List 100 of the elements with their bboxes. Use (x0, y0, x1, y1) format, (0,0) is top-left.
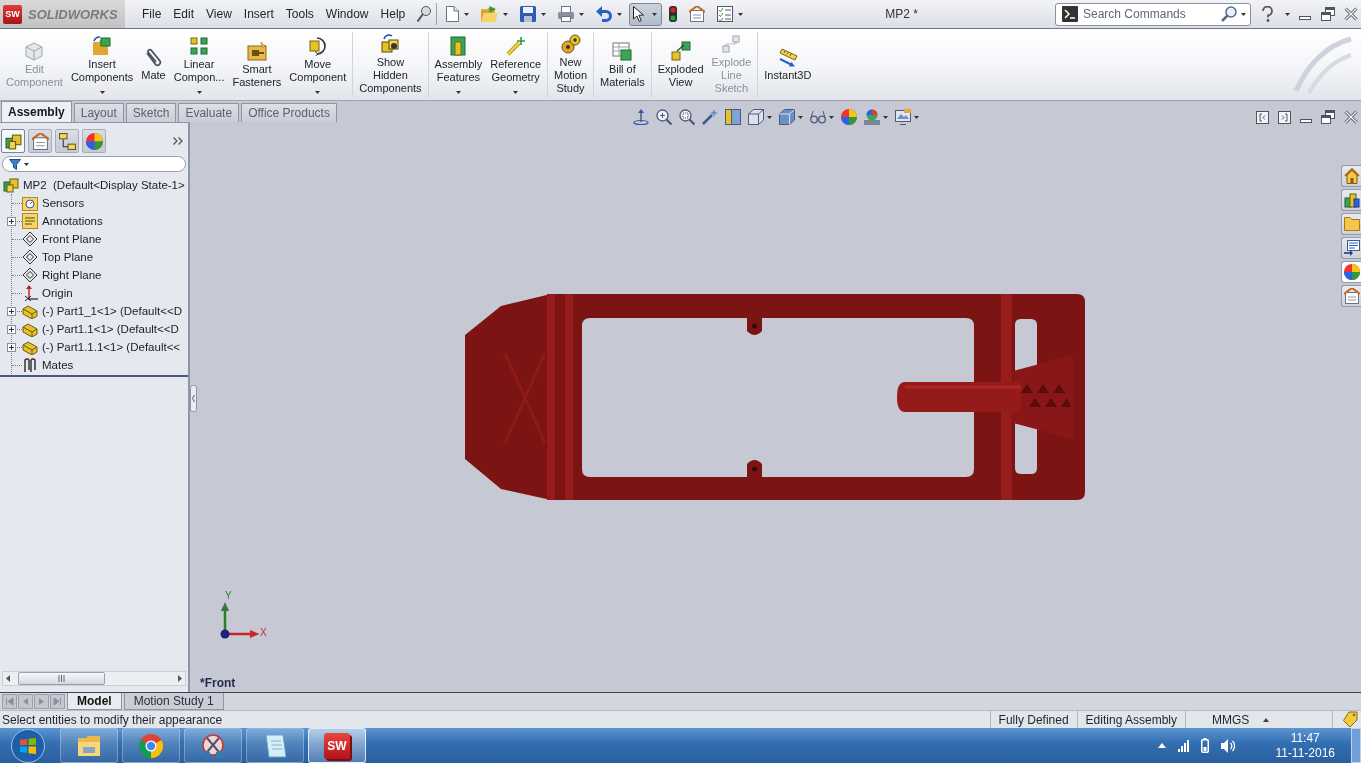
double-chevron-icon[interactable] (173, 137, 183, 145)
tree-item[interactable]: Top Plane (42, 251, 94, 263)
collapse-handle-icon[interactable] (190, 385, 197, 412)
tree-item[interactable]: (-) Part1_1<1> (Default<<D (42, 305, 182, 317)
cube-icon[interactable] (747, 109, 764, 125)
speaker-icon[interactable] (1221, 737, 1236, 754)
task-pane-tab[interactable] (1341, 285, 1361, 307)
caret-icon[interactable] (766, 115, 772, 119)
menu-item[interactable]: Insert (237, 3, 280, 25)
up-arrow-icon[interactable] (1158, 743, 1167, 748)
expand-icon[interactable] (7, 342, 16, 352)
tree-item[interactable]: Sensors (42, 197, 85, 209)
zoom-area-icon[interactable] (678, 109, 695, 125)
monitor-icon[interactable] (894, 109, 911, 125)
split-right-icon[interactable] (1278, 110, 1291, 124)
pin-icon[interactable] (417, 6, 432, 22)
ribbon-button[interactable]: Linear Compon... (169, 32, 229, 97)
start-orb-icon[interactable] (11, 728, 45, 763)
menu-item[interactable]: Window (319, 3, 375, 25)
battery-icon[interactable] (1201, 738, 1210, 753)
scrollbar-thumb[interactable] (18, 672, 105, 685)
caret-icon[interactable] (1285, 12, 1290, 16)
tree-item[interactable]: Origin (42, 287, 73, 299)
tab[interactable]: Office Products (241, 103, 337, 122)
expand-icon[interactable] (7, 324, 16, 334)
taskbar-button[interactable] (184, 728, 242, 763)
menu-item[interactable]: File (136, 3, 168, 25)
right-arrow-icon[interactable] (178, 675, 182, 682)
caret-icon[interactable] (1241, 12, 1246, 16)
tab[interactable]: Layout (73, 103, 124, 122)
ribbon-button[interactable]: Assembly Features (430, 32, 487, 97)
shaded-cube-icon[interactable] (778, 109, 795, 125)
tab[interactable]: Assembly (1, 101, 72, 122)
filter-field[interactable] (2, 156, 186, 172)
task-pane-tab[interactable] (1341, 213, 1361, 235)
menu-item[interactable]: Tools (279, 3, 320, 25)
ribbon-button[interactable]: Exploded View (653, 32, 708, 97)
search-field[interactable]: Search Commands (1055, 2, 1251, 26)
ribbon-button[interactable]: Bill of Materials (596, 32, 649, 97)
restore-icon[interactable] (1321, 7, 1335, 21)
task-pane-tab[interactable] (1341, 237, 1361, 259)
toolbar-button[interactable] (629, 2, 663, 26)
panel-tab[interactable] (82, 129, 106, 153)
color-wheel-icon[interactable] (840, 109, 857, 125)
left-arrow-icon[interactable] (6, 675, 10, 682)
caret-icon[interactable] (913, 115, 919, 119)
ribbon-button[interactable]: Smart Fasteners (228, 32, 286, 97)
signal-bars-icon[interactable] (1178, 739, 1190, 752)
clock-date[interactable]: 11-11-2016 (1275, 745, 1335, 761)
tree-item[interactable]: (-) Part1.1.1<1> (Default<< (42, 341, 181, 353)
horizontal-scrollbar[interactable] (2, 671, 186, 686)
ribbon-button[interactable]: Show Hidden Components (355, 32, 426, 97)
units-selector[interactable]: MMGS (1212, 712, 1270, 727)
section-view-icon[interactable] (724, 109, 741, 125)
ribbon-button[interactable]: Instant3D (760, 32, 816, 97)
caret-icon[interactable] (882, 115, 888, 119)
ribbon-button[interactable]: Insert Components (66, 32, 138, 97)
tree-item[interactable]: MP2 (Default<Display State-1> (23, 179, 185, 191)
zoom-icon[interactable] (655, 109, 672, 125)
tab[interactable]: Sketch (125, 103, 177, 122)
panel-tab[interactable] (1, 129, 25, 153)
caret-icon[interactable] (797, 115, 803, 119)
panel-tab[interactable] (55, 129, 79, 153)
tag-icon[interactable] (1343, 711, 1358, 728)
help-icon[interactable] (1262, 6, 1273, 22)
tree-item[interactable]: Right Plane (42, 269, 102, 281)
panel-tab[interactable] (28, 129, 52, 153)
search-icon[interactable] (1221, 5, 1237, 22)
task-pane-tab[interactable] (1341, 261, 1361, 283)
minimize-icon[interactable] (1299, 16, 1311, 20)
tab[interactable]: Model (67, 693, 122, 710)
ribbon-button[interactable]: Move Component (285, 32, 351, 97)
tree-item[interactable]: Mates (42, 359, 74, 371)
taskbar-button[interactable] (122, 728, 180, 763)
task-pane-tab[interactable] (1341, 189, 1361, 211)
taskbar-button[interactable] (60, 728, 118, 763)
menu-item[interactable]: Help (374, 3, 412, 25)
tree-item[interactable]: Front Plane (42, 233, 102, 245)
close-icon[interactable] (1344, 110, 1358, 124)
menu-item[interactable]: Edit (167, 3, 201, 25)
caret-icon[interactable] (828, 115, 834, 119)
tree-item[interactable]: Annotations (42, 215, 103, 227)
split-left-icon[interactable] (1256, 110, 1269, 124)
restore-icon[interactable] (1321, 110, 1335, 124)
close-icon[interactable] (1344, 7, 1358, 21)
menu-item[interactable]: View (200, 3, 238, 25)
taskbar-button[interactable]: SW (308, 728, 366, 763)
expand-icon[interactable] (7, 216, 16, 226)
ribbon-button[interactable]: Mate (137, 32, 170, 97)
expand-icon[interactable] (7, 306, 16, 316)
task-pane-tab[interactable] (1341, 165, 1361, 187)
axis-arrow-icon[interactable] (632, 109, 649, 125)
minimize-icon[interactable] (1300, 119, 1312, 123)
wand-icon[interactable] (701, 109, 718, 125)
tab[interactable]: Motion Study 1 (123, 693, 224, 710)
clock-time[interactable]: 11:47 (1290, 730, 1320, 746)
ribbon-button[interactable]: Reference Geometry (486, 32, 546, 97)
ribbon-button[interactable]: New Motion Study (550, 32, 592, 97)
tree-item[interactable]: (-) Part1.1<1> (Default<<D (42, 323, 179, 335)
tab[interactable]: Evaluate (178, 103, 240, 122)
